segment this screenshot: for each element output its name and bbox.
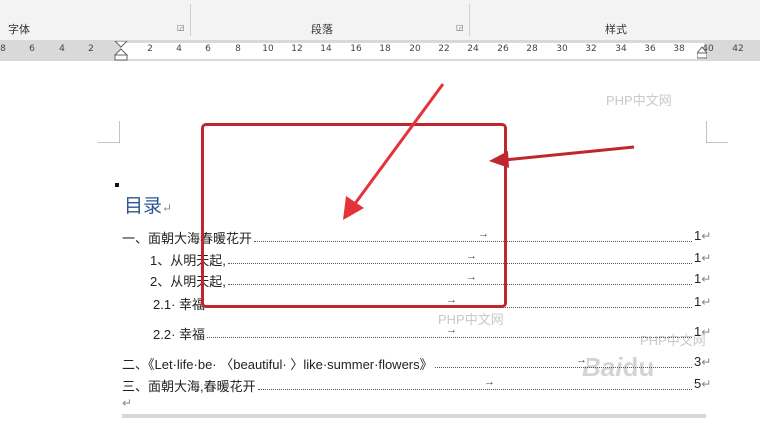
ruler-tick-label: 8 (0, 44, 6, 54)
ribbon: 字体 ◲ 段落 ◲ 样式 (0, 0, 760, 41)
toc-entry-text: 2.1· 幸福 (153, 297, 206, 312)
ruler-tick-label: 20 (409, 44, 421, 54)
toc-entry[interactable]: 2.2· 幸福 (153, 324, 205, 343)
toc-page-number: 1↵ (694, 228, 712, 243)
margin-corner-mark (706, 121, 728, 143)
toc-entry-text: 2.2· 幸福 (153, 327, 206, 342)
ruler-tick-label: 18 (379, 44, 391, 54)
ruler-tick-label: 10 (262, 44, 274, 54)
ruler-tick-label: 4 (59, 44, 65, 54)
ruler-tick-label: 2 (88, 44, 94, 54)
styles-group-label: 样式 (605, 24, 627, 36)
ruler-tick-label: 6 (29, 44, 35, 54)
ruler-tick-label: 28 (526, 44, 538, 54)
toc-page-number: 1↵ (694, 324, 712, 339)
indent-marker-icon[interactable] (114, 41, 128, 61)
ruler-tick-label: 22 (438, 44, 450, 54)
watermark: PHP中文网 (606, 93, 672, 108)
font-dialog-launcher-icon[interactable]: ◲ (177, 24, 185, 32)
paragraph-mark: ↵ (122, 396, 133, 410)
tab-mark: → (446, 324, 457, 336)
ruler-tick-label: 2 (147, 44, 153, 54)
toc-entry-text: 二、《Let·life·be· 〈beautiful· 〉like·summer… (122, 357, 433, 372)
ruler-tick-label: 30 (556, 44, 568, 54)
margin-corner-mark (98, 121, 120, 143)
tab-mark: → (484, 376, 495, 388)
styles-group: 样式 (470, 0, 760, 40)
ruler-tick-label: 6 (205, 44, 211, 54)
toc-entry-text: 三、面朝大海,春暖花开 (122, 379, 256, 394)
toc-entry[interactable]: 三、面朝大海,春暖花开 (122, 376, 256, 395)
horizontal-ruler[interactable]: 8 6 4 2 2 4 6 8 10 12 14 16 18 20 22 24 26 28 30 32 34 36 38 40… (0, 41, 760, 61)
ruler-tick-label: 38 (673, 44, 685, 54)
toc-page-number: 1↵ (694, 271, 712, 286)
toc-entry[interactable]: 2.1· 幸福 (153, 294, 205, 313)
ruler-tick-label: 14 (320, 44, 332, 54)
right-indent-marker-icon[interactable] (697, 45, 707, 59)
ruler-tick-label: 26 (497, 44, 509, 54)
ruler-tick-label: 16 (350, 44, 362, 54)
ruler-tick-label: 12 (291, 44, 303, 54)
toc-entry[interactable]: 二、《Let·life·be· 〈beautiful· 〉like·summer… (122, 354, 433, 373)
toc-page-number: 1↵ (694, 294, 712, 309)
ruler-tick-label: 32 (585, 44, 597, 54)
tab-mark: → (576, 354, 587, 366)
paragraph-group: 段落 ◲ (191, 0, 469, 40)
toc-heading[interactable]: 目录↵ (124, 191, 172, 218)
ruler-tick-label: 34 (615, 44, 627, 54)
page-bottom-edge (122, 414, 706, 418)
paragraph-anchor-dot (115, 183, 119, 187)
toc-page-number: 3↵ (694, 354, 712, 369)
ruler-tick-label: 36 (644, 44, 656, 54)
toc-dot-leader (434, 367, 692, 368)
toc-dot-leader (207, 337, 692, 338)
font-group-label: 字体 (8, 24, 30, 36)
ruler-tick-label: 4 (176, 44, 182, 54)
ruler-tick-label: 8 (235, 44, 241, 54)
ruler-tick-label: 24 (467, 44, 479, 54)
toc-dot-leader (257, 389, 692, 390)
annotation-highlight-box (201, 123, 507, 308)
paragraph-dialog-launcher-icon[interactable]: ◲ (456, 24, 464, 32)
paragraph-group-label: 段落 (311, 24, 333, 36)
ruler-tick-label: 42 (732, 44, 744, 54)
toc-page-number: 1↵ (694, 250, 712, 265)
toc-page-number: 5↵ (694, 376, 712, 391)
font-group: 字体 ◲ (0, 0, 190, 40)
